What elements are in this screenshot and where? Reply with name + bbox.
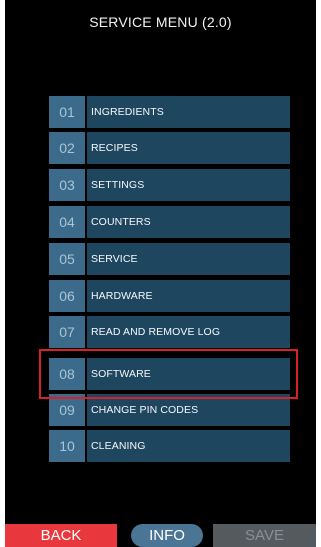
menu-item-number: 07 bbox=[49, 316, 85, 348]
menu-item-read-and-remove-log[interactable]: 07 READ AND REMOVE LOG bbox=[49, 316, 290, 348]
menu-item-number: 01 bbox=[49, 96, 85, 128]
menu-item-label: HARDWARE bbox=[87, 280, 290, 312]
bottom-button-bar: BACK INFO SAVE bbox=[5, 524, 316, 547]
menu-item-label: CLEANING bbox=[87, 430, 290, 462]
info-button[interactable]: INFO bbox=[131, 524, 203, 547]
menu-item-counters[interactable]: 04 COUNTERS bbox=[49, 206, 290, 238]
menu-item-number: 10 bbox=[49, 430, 85, 462]
menu-item-number: 09 bbox=[49, 394, 85, 426]
menu-item-hardware[interactable]: 06 HARDWARE bbox=[49, 280, 290, 312]
menu-item-label: SETTINGS bbox=[87, 169, 290, 201]
menu-item-number: 05 bbox=[49, 243, 85, 275]
menu-item-number: 08 bbox=[49, 358, 85, 390]
menu-item-number: 04 bbox=[49, 206, 85, 238]
menu-item-number: 03 bbox=[49, 169, 85, 201]
menu-item-number: 06 bbox=[49, 280, 85, 312]
menu-item-ingredients[interactable]: 01 INGREDIENTS bbox=[49, 96, 290, 128]
menu-item-service[interactable]: 05 SERVICE bbox=[49, 243, 290, 275]
menu-item-change-pin-codes[interactable]: 09 CHANGE PIN CODES bbox=[49, 394, 290, 426]
menu-item-label: SOFTWARE bbox=[87, 358, 290, 390]
menu-item-label: CHANGE PIN CODES bbox=[87, 394, 290, 426]
menu-item-label: COUNTERS bbox=[87, 206, 290, 238]
menu-item-label: READ AND REMOVE LOG bbox=[87, 316, 290, 348]
menu-item-number: 02 bbox=[49, 132, 85, 164]
menu-item-label: SERVICE bbox=[87, 243, 290, 275]
save-button[interactable]: SAVE bbox=[213, 524, 316, 547]
menu-item-cleaning[interactable]: 10 CLEANING bbox=[49, 430, 290, 462]
menu-item-label: RECIPES bbox=[87, 132, 290, 164]
menu-item-label: INGREDIENTS bbox=[87, 96, 290, 128]
page-title: SERVICE MENU (2.0) bbox=[89, 14, 232, 30]
menu-item-software[interactable]: 08 SOFTWARE bbox=[49, 358, 290, 390]
menu-item-recipes[interactable]: 02 RECIPES bbox=[49, 132, 290, 164]
back-button[interactable]: BACK bbox=[5, 524, 117, 547]
menu-item-settings[interactable]: 03 SETTINGS bbox=[49, 169, 290, 201]
service-menu-screen: SERVICE MENU (2.0) 01 INGREDIENTS 02 REC… bbox=[5, 0, 316, 547]
